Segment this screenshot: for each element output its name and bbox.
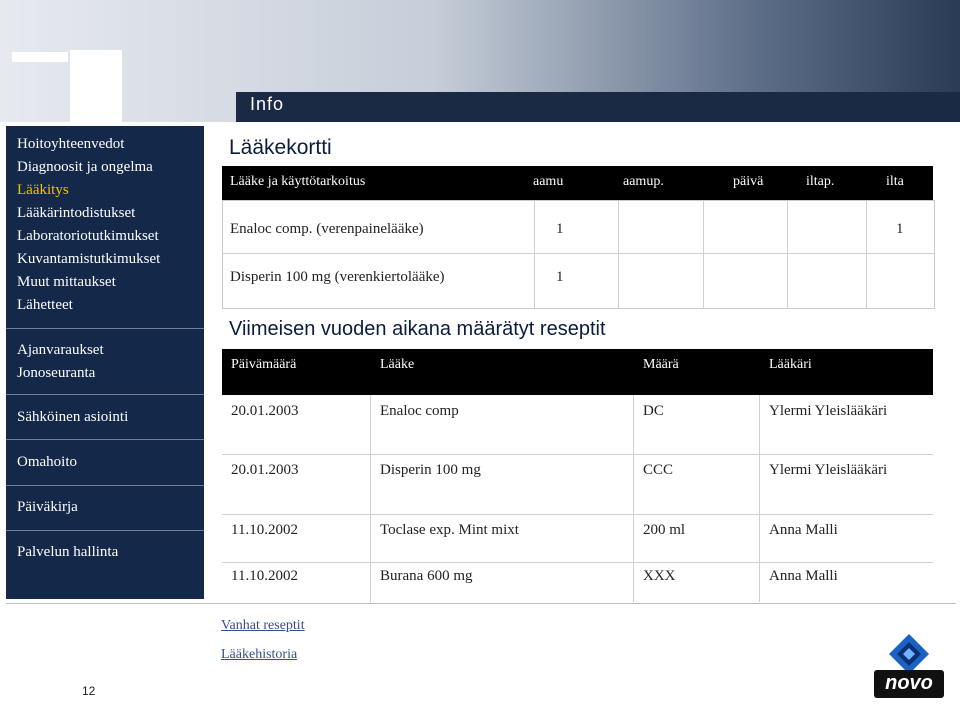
table-row: Enaloc comp. (verenpainelääke) 1 1	[223, 201, 934, 253]
drug-name: Enaloc comp. (verenpainelääke)	[230, 221, 424, 237]
header-decoration	[12, 52, 68, 62]
prescription-date: 11.10.2002	[231, 522, 298, 538]
dose-aamu: 1	[556, 221, 564, 237]
prescription-drug: Disperin 100 mg	[380, 462, 481, 478]
sidebar-item-lahetteet[interactable]: Lähetteet	[17, 297, 73, 314]
header-decoration-block	[70, 50, 122, 122]
sidebar-item-jonoseuranta[interactable]: Jonoseuranta	[17, 365, 95, 382]
prescription-drug: Toclase exp. Mint mixt	[380, 522, 519, 538]
prescription-amount: CCC	[643, 462, 674, 478]
column-header: ilta	[886, 174, 904, 189]
column-header: Päivämäärä	[231, 357, 297, 372]
column-header: Lääkäri	[769, 357, 812, 372]
page-title: Info	[250, 94, 285, 114]
sidebar-item-ajanvaraukset[interactable]: Ajanvaraukset	[17, 342, 104, 359]
novo-logo-text: novo	[885, 672, 933, 694]
dose-ilta: 1	[896, 221, 904, 237]
sidebar-item-diagnoosit[interactable]: Diagnoosit ja ongelma	[17, 159, 153, 176]
medication-card-table: Enaloc comp. (verenpainelääke) 1 1 Dispe…	[222, 200, 935, 309]
novo-logo: novo	[858, 612, 960, 716]
prescription-doctor: Anna Malli	[769, 568, 838, 584]
footer-divider	[6, 603, 956, 604]
sidebar-divider	[6, 394, 204, 395]
dose-aamu: 1	[556, 269, 564, 285]
column-header: aamup.	[623, 174, 664, 189]
column-header: Lääke	[380, 357, 415, 372]
prescription-amount: XXX	[643, 568, 676, 584]
novo-logo-icon	[874, 634, 944, 698]
sidebar-item-sahkoinen-asiointi[interactable]: Sähköinen asiointi	[17, 409, 128, 426]
sidebar-item-muut-mittaukset[interactable]: Muut mittaukset	[17, 274, 116, 291]
header-band	[236, 92, 960, 122]
prescription-drug: Enaloc comp	[380, 403, 459, 419]
prescriptions-title: Viimeisen vuoden aikana määrätyt resepti…	[229, 318, 606, 340]
prescription-date: 20.01.2003	[231, 403, 299, 419]
prescription-doctor: Ylermi Yleislääkäri	[769, 462, 888, 478]
prescription-drug: Burana 600 mg	[380, 568, 473, 584]
prescriptions-table: 20.01.2003 Enaloc comp DC Ylermi Yleislä…	[222, 395, 933, 602]
drug-name: Disperin 100 mg (verenkiertolääke)	[230, 269, 445, 285]
sidebar-divider	[6, 485, 204, 486]
prescription-amount: DC	[643, 403, 664, 419]
sidebar-item-omahoito[interactable]: Omahoito	[17, 454, 77, 471]
prescription-date: 20.01.2003	[231, 462, 299, 478]
prescription-doctor: Anna Malli	[769, 522, 838, 538]
table-row: 11.10.2002 Burana 600 mg XXX Anna Malli	[222, 562, 933, 602]
sidebar-divider	[6, 328, 204, 329]
medication-card-header: Lääke ja käyttötarkoitus aamu aamup. päi…	[222, 166, 933, 200]
column-header: päivä	[733, 174, 764, 189]
column-header: aamu	[533, 174, 564, 189]
sidebar-divider	[6, 439, 204, 440]
sidebar-item-kuvantamistutkimukset[interactable]: Kuvantamistutkimukset	[17, 251, 160, 268]
page-number: 12	[82, 684, 96, 698]
table-row: 11.10.2002 Toclase exp. Mint mixt 200 ml…	[222, 514, 933, 562]
old-prescriptions-link[interactable]: Vanhat reseptit	[221, 618, 305, 634]
column-header: Määrä	[643, 357, 679, 372]
header-banner: Info	[0, 0, 960, 122]
table-row: Disperin 100 mg (verenkiertolääke) 1	[223, 253, 934, 308]
medication-card-title: Lääkekortti	[229, 136, 332, 159]
sidebar-item-laakarintodistukset[interactable]: Lääkärintodistukset	[17, 205, 135, 222]
column-header: Lääke ja käyttötarkoitus	[230, 174, 366, 189]
prescription-doctor: Ylermi Yleislääkäri	[769, 403, 888, 419]
sidebar-divider	[6, 530, 204, 531]
prescription-date: 11.10.2002	[231, 568, 298, 584]
sidebar-item-palvelun-hallinta[interactable]: Palvelun hallinta	[17, 544, 118, 561]
drug-history-link[interactable]: Lääkehistoria	[221, 647, 297, 663]
sidebar-nav: Hoitoyhteenvedot Diagnoosit ja ongelma L…	[6, 126, 204, 599]
prescription-amount: 200 ml	[643, 522, 686, 538]
prescriptions-header: Päivämäärä Lääke Määrä Lääkäri	[222, 349, 933, 395]
sidebar-item-paivakirja[interactable]: Päiväkirja	[17, 499, 78, 516]
table-row: 20.01.2003 Enaloc comp DC Ylermi Yleislä…	[222, 395, 933, 454]
column-header: iltap.	[806, 174, 835, 189]
table-row: 20.01.2003 Disperin 100 mg CCC Ylermi Yl…	[222, 454, 933, 514]
sidebar-item-laboratoriotutkimukset[interactable]: Laboratoriotutkimukset	[17, 228, 159, 245]
sidebar-item-hoitoyhteenvedot[interactable]: Hoitoyhteenvedot	[17, 136, 124, 153]
sidebar-item-laakitys[interactable]: Lääkitys	[17, 182, 69, 199]
